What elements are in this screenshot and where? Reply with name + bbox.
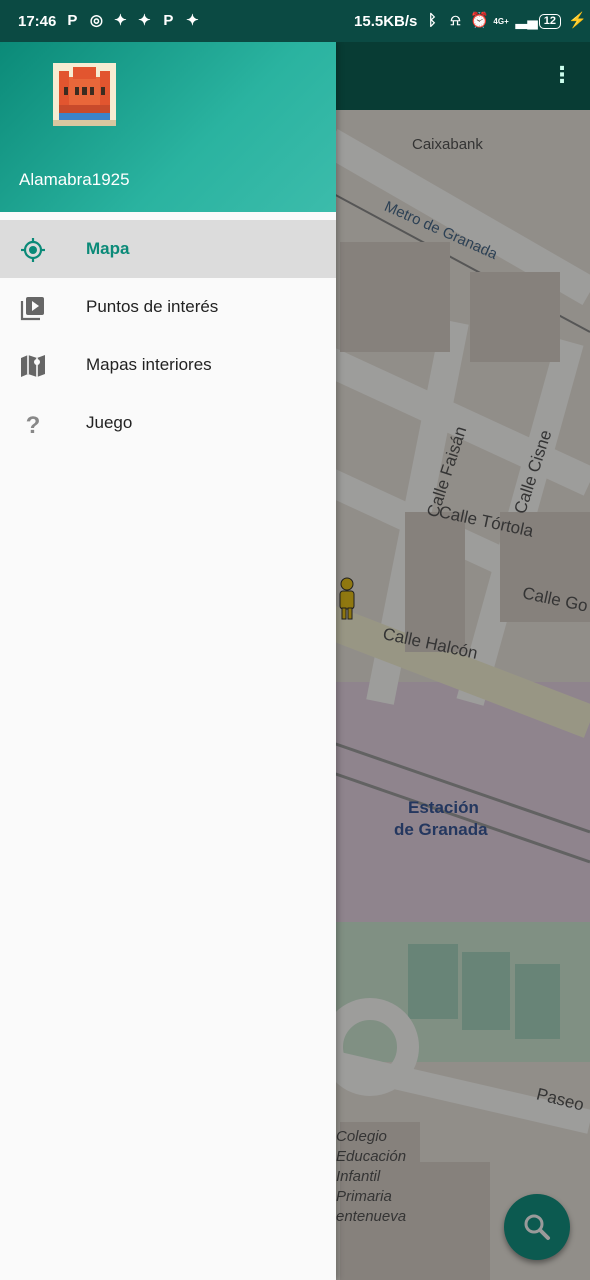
svg-text:?: ? xyxy=(26,412,41,437)
parking-notification-icon: P xyxy=(163,12,174,29)
search-icon xyxy=(524,1214,550,1240)
menu-label-juego: Juego xyxy=(86,413,133,432)
status-right: 15.5KB/s ᛒ ⍾ ⏰ 4G+ ▂▄ 12 ⚡ xyxy=(354,0,587,42)
parking-notification-icon: P xyxy=(67,12,78,29)
navigation-drawer: Alamabra1925 Mapa Puntos de interés Mapa… xyxy=(0,42,336,1280)
twitter-notification-icon: ✦ xyxy=(114,12,127,29)
twitter-notification-icon: ✦ xyxy=(186,12,199,29)
menu-item-mapa[interactable]: Mapa xyxy=(0,220,336,278)
video-library-icon xyxy=(20,297,44,321)
network-type: 4G+ xyxy=(493,16,509,26)
bell-muted-icon: ⍾ xyxy=(450,12,461,29)
battery-icon: 12 xyxy=(538,13,561,29)
alarm-icon: ⏰ xyxy=(470,12,490,29)
drawer-username: Alamabra1925 xyxy=(19,170,130,189)
menu-label-mapas-interiores: Mapas interiores xyxy=(86,355,212,374)
status-left: 17:46 P ◎ ✦ ✦ P ✦ xyxy=(18,0,200,42)
signal-icon: ▂▄ xyxy=(515,12,538,29)
overflow-menu-icon[interactable]: ⋮ xyxy=(550,64,574,88)
status-bar: 17:46 P ◎ ✦ ✦ P ✦ 15.5KB/s ᛒ ⍾ ⏰ 4G+ ▂▄ … xyxy=(0,0,590,42)
search-fab[interactable] xyxy=(504,1194,570,1260)
menu-label-puntos: Puntos de interés xyxy=(86,297,219,316)
twitter-notification-icon: ✦ xyxy=(138,12,151,29)
menu-item-mapas-interiores[interactable]: Mapas interiores xyxy=(0,336,336,394)
status-time: 17:46 xyxy=(18,12,57,30)
menu-item-juego[interactable]: ? Juego xyxy=(0,394,336,452)
instagram-notification-icon: ◎ xyxy=(89,12,103,29)
menu-label-mapa: Mapa xyxy=(86,239,130,258)
alhambra-logo xyxy=(53,63,116,126)
drawer-header: Alamabra1925 xyxy=(0,42,336,212)
charging-icon: ⚡ xyxy=(568,12,587,29)
map-icon xyxy=(21,355,45,377)
menu-item-puntos-de-interes[interactable]: Puntos de interés xyxy=(0,278,336,336)
network-speed: 15.5KB/s xyxy=(354,12,418,30)
drawer-menu: Mapa Puntos de interés Mapas interiores … xyxy=(0,220,336,452)
question-mark-icon: ? xyxy=(26,412,41,437)
location-target-icon xyxy=(21,238,45,262)
bluetooth-icon: ᛒ xyxy=(427,12,437,29)
